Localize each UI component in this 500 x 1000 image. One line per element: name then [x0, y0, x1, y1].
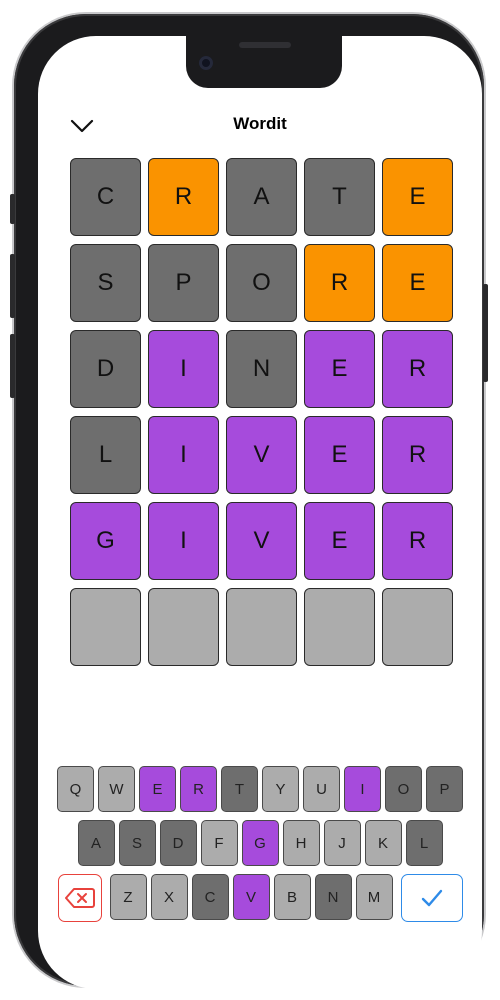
keyboard-row-1: QWERTYUIOP: [38, 766, 482, 812]
top-bar: Wordit: [38, 108, 482, 152]
speaker: [239, 42, 291, 48]
keyboard-row-2: ASDFGHJKL: [38, 820, 482, 866]
volume-down-button: [10, 334, 15, 398]
board-tile: A: [226, 158, 297, 236]
key-f[interactable]: F: [200, 820, 238, 866]
keyboard: QWERTYUIOP ASDFGHJKL ZXCVBNM: [38, 766, 482, 930]
key-q[interactable]: Q: [57, 766, 94, 812]
board-tile: E: [382, 244, 453, 322]
board-row-2: SPORE: [70, 244, 453, 322]
board-tile: P: [148, 244, 219, 322]
key-p[interactable]: P: [426, 766, 463, 812]
board-tile: [304, 588, 375, 666]
board-tile: S: [70, 244, 141, 322]
board-tile: [226, 588, 297, 666]
key-k[interactable]: K: [364, 820, 402, 866]
board-row-4: LIVER: [70, 416, 453, 494]
key-e[interactable]: E: [139, 766, 176, 812]
board-tile: R: [382, 330, 453, 408]
board-tile: C: [70, 158, 141, 236]
board-tile: [70, 588, 141, 666]
board-tile: V: [226, 502, 297, 580]
board-tile: D: [70, 330, 141, 408]
key-w[interactable]: W: [98, 766, 135, 812]
phone-frame: Wordit CRATESPOREDINERLIVERGIVER QWERTYU…: [10, 14, 488, 989]
key-o[interactable]: O: [385, 766, 422, 812]
key-g[interactable]: G: [241, 820, 279, 866]
key-y[interactable]: Y: [262, 766, 299, 812]
keyboard-row-3: ZXCVBNM: [38, 874, 482, 922]
board-tile: E: [304, 502, 375, 580]
key-r[interactable]: R: [180, 766, 217, 812]
game-board: CRATESPOREDINERLIVERGIVER: [70, 158, 453, 674]
home-indicator: [190, 972, 330, 977]
board-tile: [382, 588, 453, 666]
board-tile: I: [148, 330, 219, 408]
board-tile: V: [226, 416, 297, 494]
board-tile: O: [226, 244, 297, 322]
key-b[interactable]: B: [273, 874, 311, 920]
board-tile: G: [70, 502, 141, 580]
key-x[interactable]: X: [150, 874, 188, 920]
board-tile: E: [304, 330, 375, 408]
key-z[interactable]: Z: [109, 874, 147, 920]
key-u[interactable]: U: [303, 766, 340, 812]
key-v[interactable]: V: [232, 874, 270, 920]
page-title: Wordit: [233, 114, 287, 133]
key-l[interactable]: L: [405, 820, 443, 866]
board-row-1: CRATE: [70, 158, 453, 236]
power-button: [483, 284, 488, 382]
board-tile: N: [226, 330, 297, 408]
board-tile: R: [304, 244, 375, 322]
key-i[interactable]: I: [344, 766, 381, 812]
key-c[interactable]: C: [191, 874, 229, 920]
notch: [186, 36, 342, 88]
volume-up-button: [10, 254, 15, 318]
key-a[interactable]: A: [77, 820, 115, 866]
keyboard-row-3-letters: ZXCVBNM: [109, 874, 393, 922]
board-tile: I: [148, 416, 219, 494]
checkmark-icon[interactable]: [400, 874, 463, 922]
key-h[interactable]: H: [282, 820, 320, 866]
board-tile: T: [304, 158, 375, 236]
board-tile: I: [148, 502, 219, 580]
screen: Wordit CRATESPOREDINERLIVERGIVER QWERTYU…: [38, 36, 482, 989]
board-tile: E: [304, 416, 375, 494]
key-d[interactable]: D: [159, 820, 197, 866]
backspace-icon[interactable]: [57, 874, 102, 922]
board-tile: E: [382, 158, 453, 236]
front-camera: [199, 56, 213, 70]
key-t[interactable]: T: [221, 766, 258, 812]
silent-switch: [10, 194, 15, 224]
board-tile: R: [382, 416, 453, 494]
board-tile: L: [70, 416, 141, 494]
key-j[interactable]: J: [323, 820, 361, 866]
key-m[interactable]: M: [355, 874, 393, 920]
board-tile: R: [382, 502, 453, 580]
board-tile: [148, 588, 219, 666]
board-row-6: [70, 588, 453, 666]
board-tile: R: [148, 158, 219, 236]
board-row-5: GIVER: [70, 502, 453, 580]
board-row-3: DINER: [70, 330, 453, 408]
key-s[interactable]: S: [118, 820, 156, 866]
key-n[interactable]: N: [314, 874, 352, 920]
